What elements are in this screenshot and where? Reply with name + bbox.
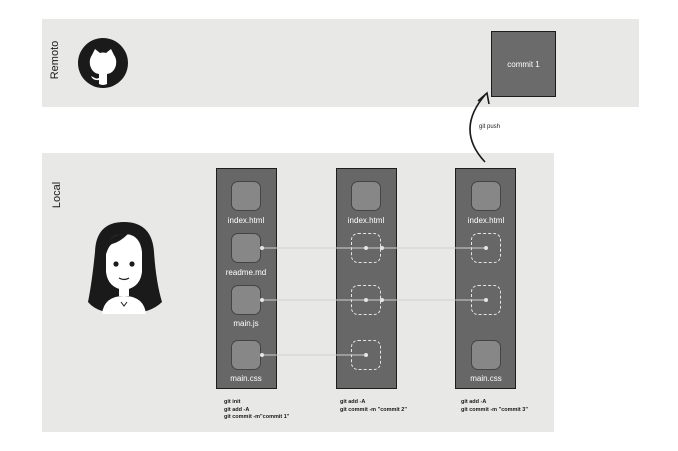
commands-commit-3: git add -A git commit -m "commit 3" — [461, 399, 528, 414]
commands-commit-1: git init git add -A git commit -m"commit… — [224, 399, 289, 422]
link-dot — [364, 298, 368, 302]
command-line: git commit -m"commit 1" — [224, 414, 290, 420]
link-dot — [364, 353, 368, 357]
push-label: git push — [479, 124, 501, 130]
link-dot — [380, 298, 384, 302]
link-dot — [364, 246, 368, 250]
link-dot — [260, 298, 264, 302]
developer-avatar-icon — [88, 222, 162, 314]
command-line: git add -A — [461, 399, 487, 405]
link-dot — [260, 246, 264, 250]
commands-commit-2: git add -A git commit -m "commit 2" — [340, 399, 407, 414]
command-line: git init — [224, 399, 241, 405]
diagram-links — [88, 91, 490, 357]
link-dot — [260, 353, 264, 357]
command-line: git commit -m "commit 3" — [461, 406, 528, 413]
command-line: git commit -m "commit 2" — [340, 406, 407, 413]
command-line: git add -A — [224, 406, 250, 413]
link-dot — [484, 246, 488, 250]
link-dot — [484, 298, 488, 302]
command-line: git add -A — [340, 399, 366, 405]
link-dot — [380, 246, 384, 250]
